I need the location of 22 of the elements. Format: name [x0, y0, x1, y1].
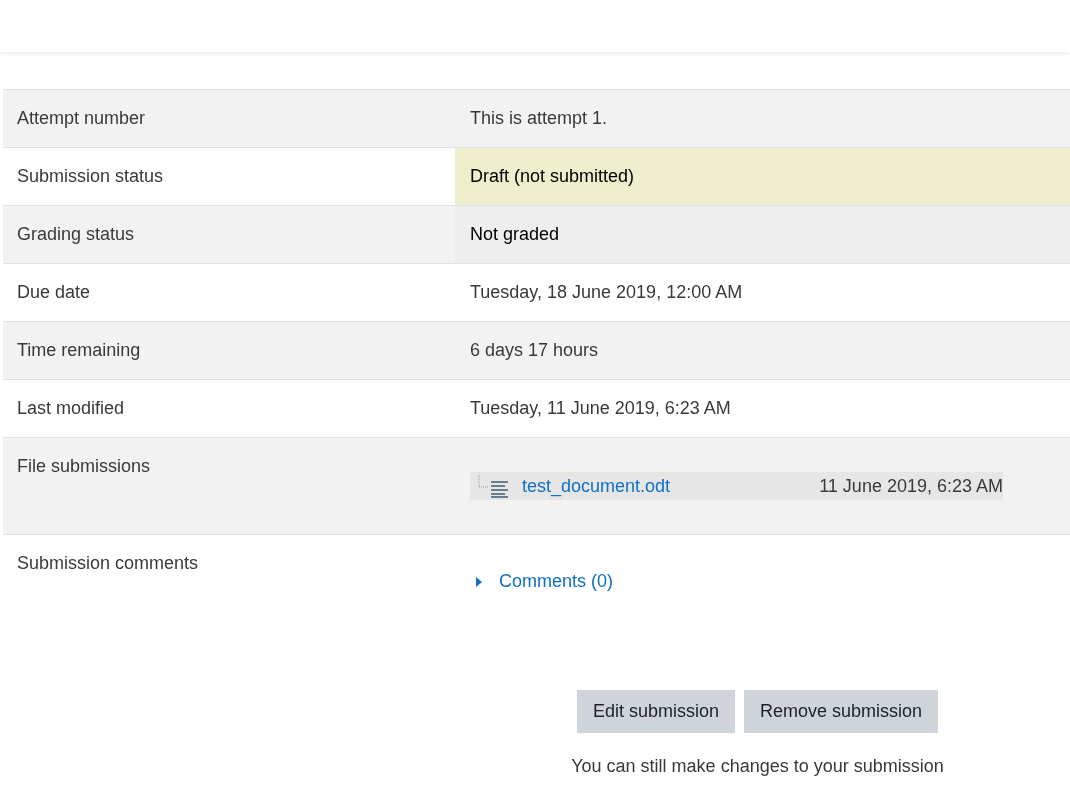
caret-icon [475, 575, 483, 588]
file-link[interactable]: test_document.odt [522, 475, 671, 497]
document-icon [476, 474, 508, 498]
row-label: Attempt number [16, 107, 147, 130]
row-label: Last modified [16, 397, 126, 420]
row-label: Grading status [16, 223, 136, 246]
file-date: 11 June 2019, 6:23 AM [819, 475, 1003, 497]
row-value: Tuesday, 18 June 2019, 12:00 AM [469, 281, 744, 304]
row-label: Submission status [16, 165, 165, 188]
row-value: Tuesday, 11 June 2019, 6:23 AM [469, 397, 732, 420]
row-label: Due date [16, 281, 92, 304]
row-label: File submissions [16, 455, 152, 478]
help-text: You can still make changes to your submission [571, 756, 944, 777]
edit-button[interactable]: Edit submission [576, 690, 735, 733]
status-value: Not graded [455, 206, 1070, 263]
remove-button[interactable]: Remove submission [744, 690, 939, 733]
row-value: 6 days 17 hours [469, 339, 600, 362]
row-label: Time remaining [16, 339, 142, 362]
row-value: This is attempt 1. [469, 107, 609, 130]
comments-toggle[interactable]: Comments (0) [470, 571, 614, 592]
status-value: Draft (not submitted) [455, 148, 1070, 205]
row-label: Submission comments [16, 552, 200, 575]
